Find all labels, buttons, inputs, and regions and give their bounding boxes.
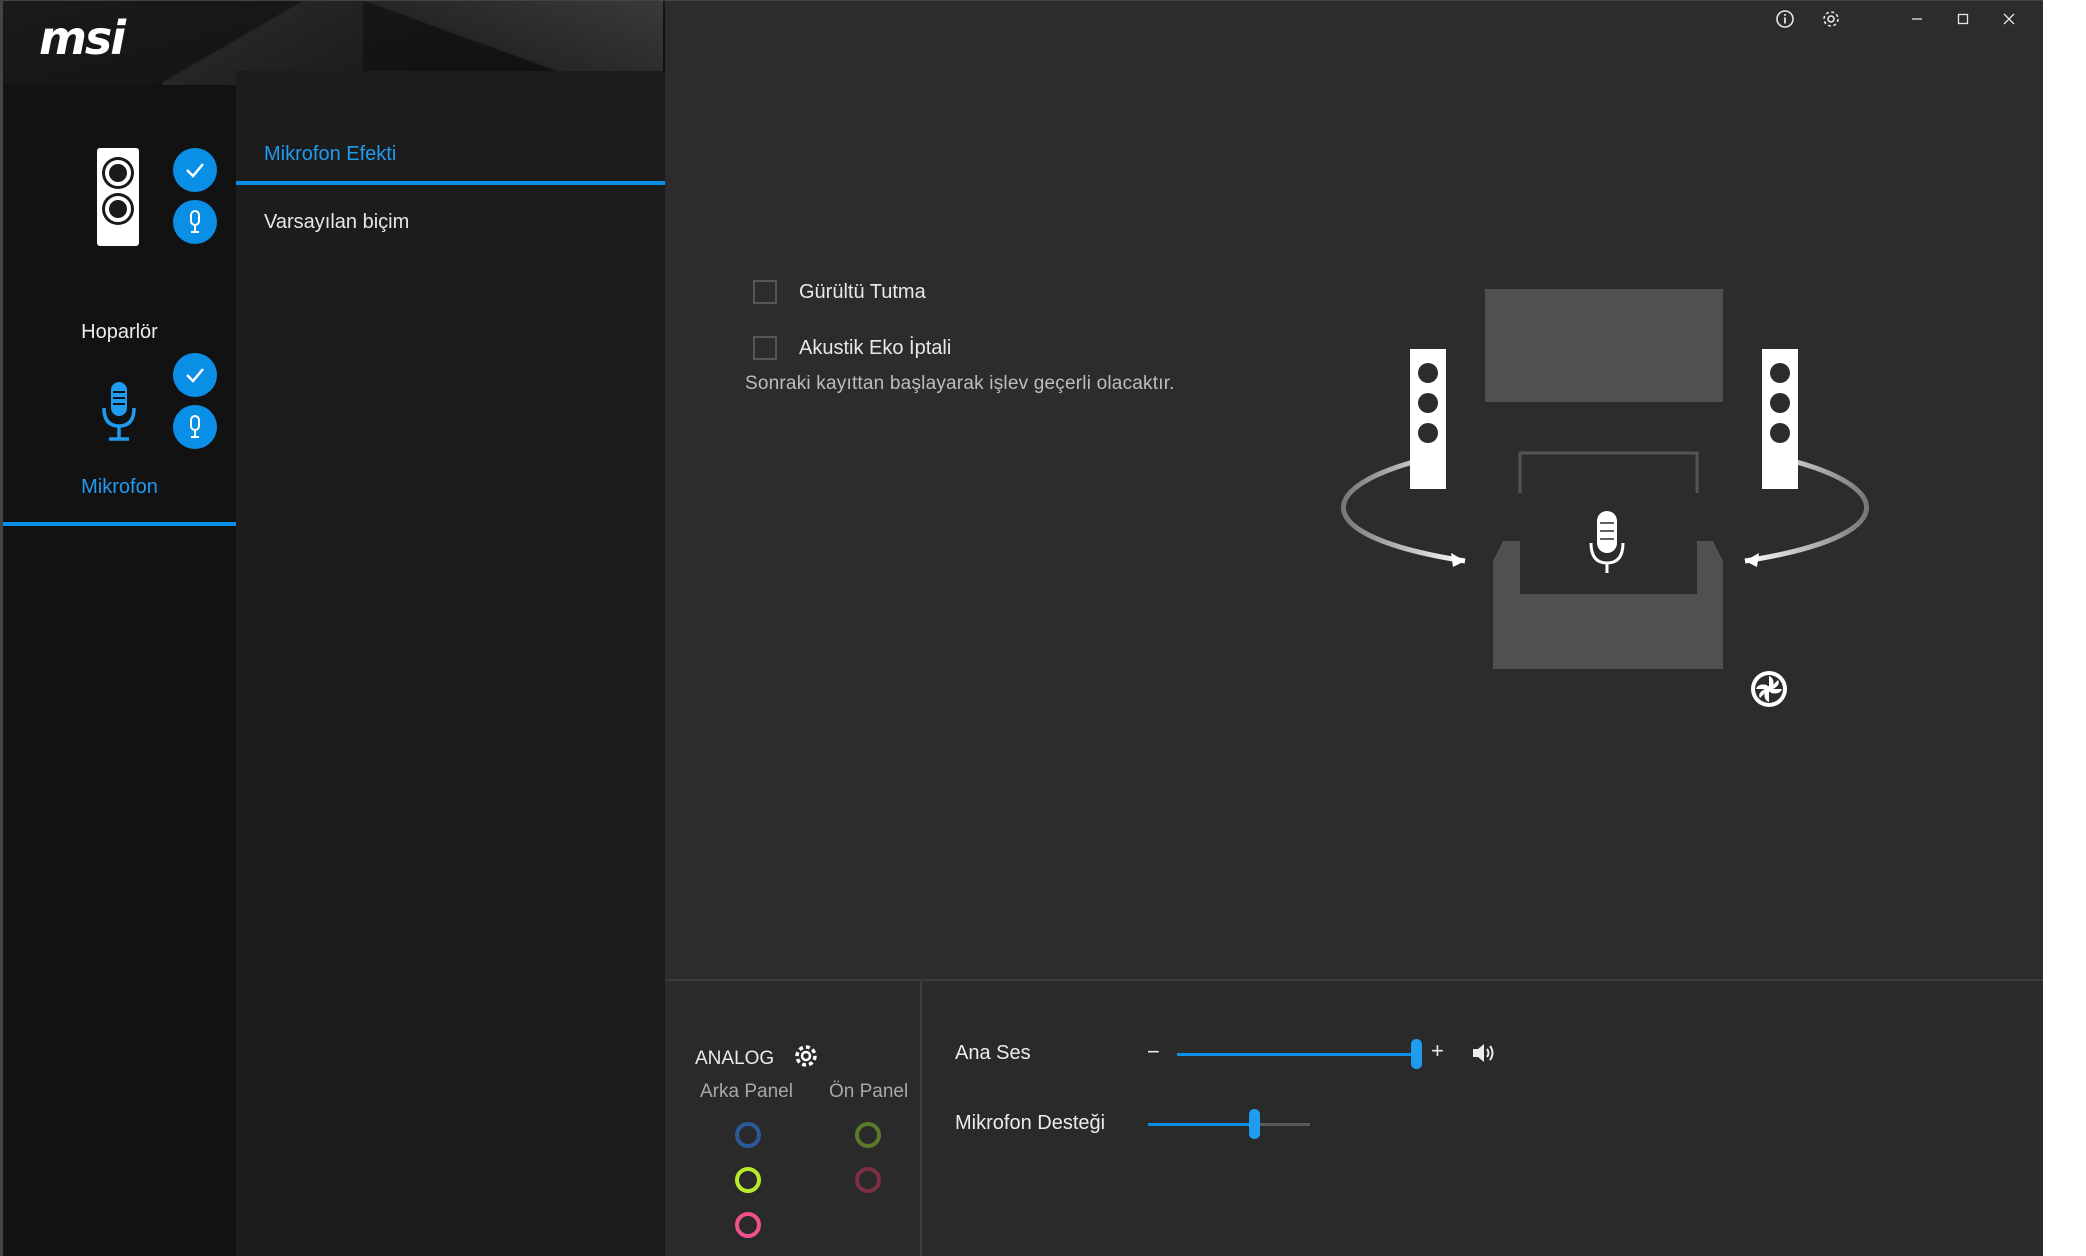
- msi-logo: msi: [39, 11, 126, 65]
- master-volume-thumb[interactable]: [1411, 1039, 1422, 1069]
- mic-boost-slider[interactable]: [1148, 1123, 1255, 1126]
- echo-cancellation-illustration: [1340, 289, 1870, 707]
- device-speaker[interactable]: Hoparlör: [3, 135, 236, 343]
- menu-item-mikrofon-efekti[interactable]: Mikrofon Efekti: [236, 123, 665, 185]
- titlebar-controls: [1762, 7, 2032, 31]
- front-panel-label: Ön Panel: [829, 1081, 909, 1102]
- rear-jack-line-out[interactable]: [735, 1167, 761, 1193]
- default-comm-mic-icon[interactable]: [173, 200, 217, 244]
- analog-panel: ANALOG Arka Panel Ön Panel: [665, 981, 922, 1256]
- device-label-speaker: Hoparlör: [81, 321, 158, 343]
- analog-settings-icon[interactable]: [793, 1043, 819, 1075]
- default-comm-mic-icon[interactable]: [173, 405, 217, 449]
- master-volume-label: Ana Ses: [955, 1042, 1031, 1064]
- noise-suppression-option: Gürültü Tutma: [753, 280, 926, 304]
- default-device-check-icon[interactable]: [173, 353, 217, 397]
- default-device-check-icon[interactable]: [173, 148, 217, 192]
- speaker-icon: [97, 148, 139, 246]
- rear-jack-line-in[interactable]: [735, 1122, 761, 1148]
- mic-boost-thumb[interactable]: [1248, 1109, 1260, 1139]
- master-volume-minus[interactable]: −: [1147, 1039, 1160, 1065]
- noise-suppression-checkbox[interactable]: [753, 280, 777, 304]
- rear-panel-label: Arka Panel: [700, 1081, 793, 1102]
- echo-cancellation-checkbox[interactable]: [753, 336, 777, 360]
- echo-cancellation-label: Akustik Eko İptali: [799, 336, 952, 359]
- noise-suppression-label: Gürültü Tutma: [799, 280, 926, 303]
- front-jack-mic[interactable]: [855, 1167, 881, 1193]
- maximize-icon[interactable]: [1940, 7, 1986, 31]
- analog-title: ANALOG: [695, 1043, 819, 1075]
- rear-jack-mic-in[interactable]: [735, 1212, 761, 1238]
- close-icon[interactable]: [1986, 7, 2032, 31]
- microphone-icon: [99, 380, 139, 444]
- effects-menu: Mikrofon Efekti Varsayılan biçim: [236, 71, 665, 1256]
- info-icon[interactable]: [1762, 7, 1808, 31]
- minimize-icon[interactable]: [1894, 7, 1940, 31]
- device-microphone[interactable]: Mikrofon: [3, 353, 236, 528]
- settings-icon[interactable]: [1808, 7, 1854, 31]
- mic-boost-label: Mikrofon Desteği: [955, 1112, 1106, 1134]
- echo-cancellation-option: Akustik Eko İptali: [753, 336, 951, 360]
- menu-item-varsayilan-bicim[interactable]: Varsayılan biçim: [236, 191, 665, 253]
- device-sidebar: Hoparlör Mikrofon: [3, 85, 236, 1256]
- bottom-panel: ANALOG Arka Panel Ön Panel Ana Ses − + M…: [665, 979, 2043, 1256]
- active-device-indicator: [3, 522, 236, 526]
- master-volume-slider[interactable]: [1177, 1053, 1417, 1056]
- app-window: msi Hoparlör Mikrofon Mikrofon Efekti Va…: [0, 0, 2043, 1256]
- master-volume-plus[interactable]: +: [1431, 1038, 1444, 1064]
- analog-title-text: ANALOG: [695, 1048, 775, 1070]
- effect-note: Sonraki kayıttan başlayarak işlev geçerl…: [745, 373, 1175, 394]
- device-label-microphone: Mikrofon: [81, 476, 158, 498]
- speaker-volume-icon[interactable]: [1471, 1041, 1499, 1070]
- front-jack-headphone[interactable]: [855, 1122, 881, 1148]
- effects-panel: Gürültü Tutma Akustik Eko İptali Sonraki…: [665, 1, 2043, 979]
